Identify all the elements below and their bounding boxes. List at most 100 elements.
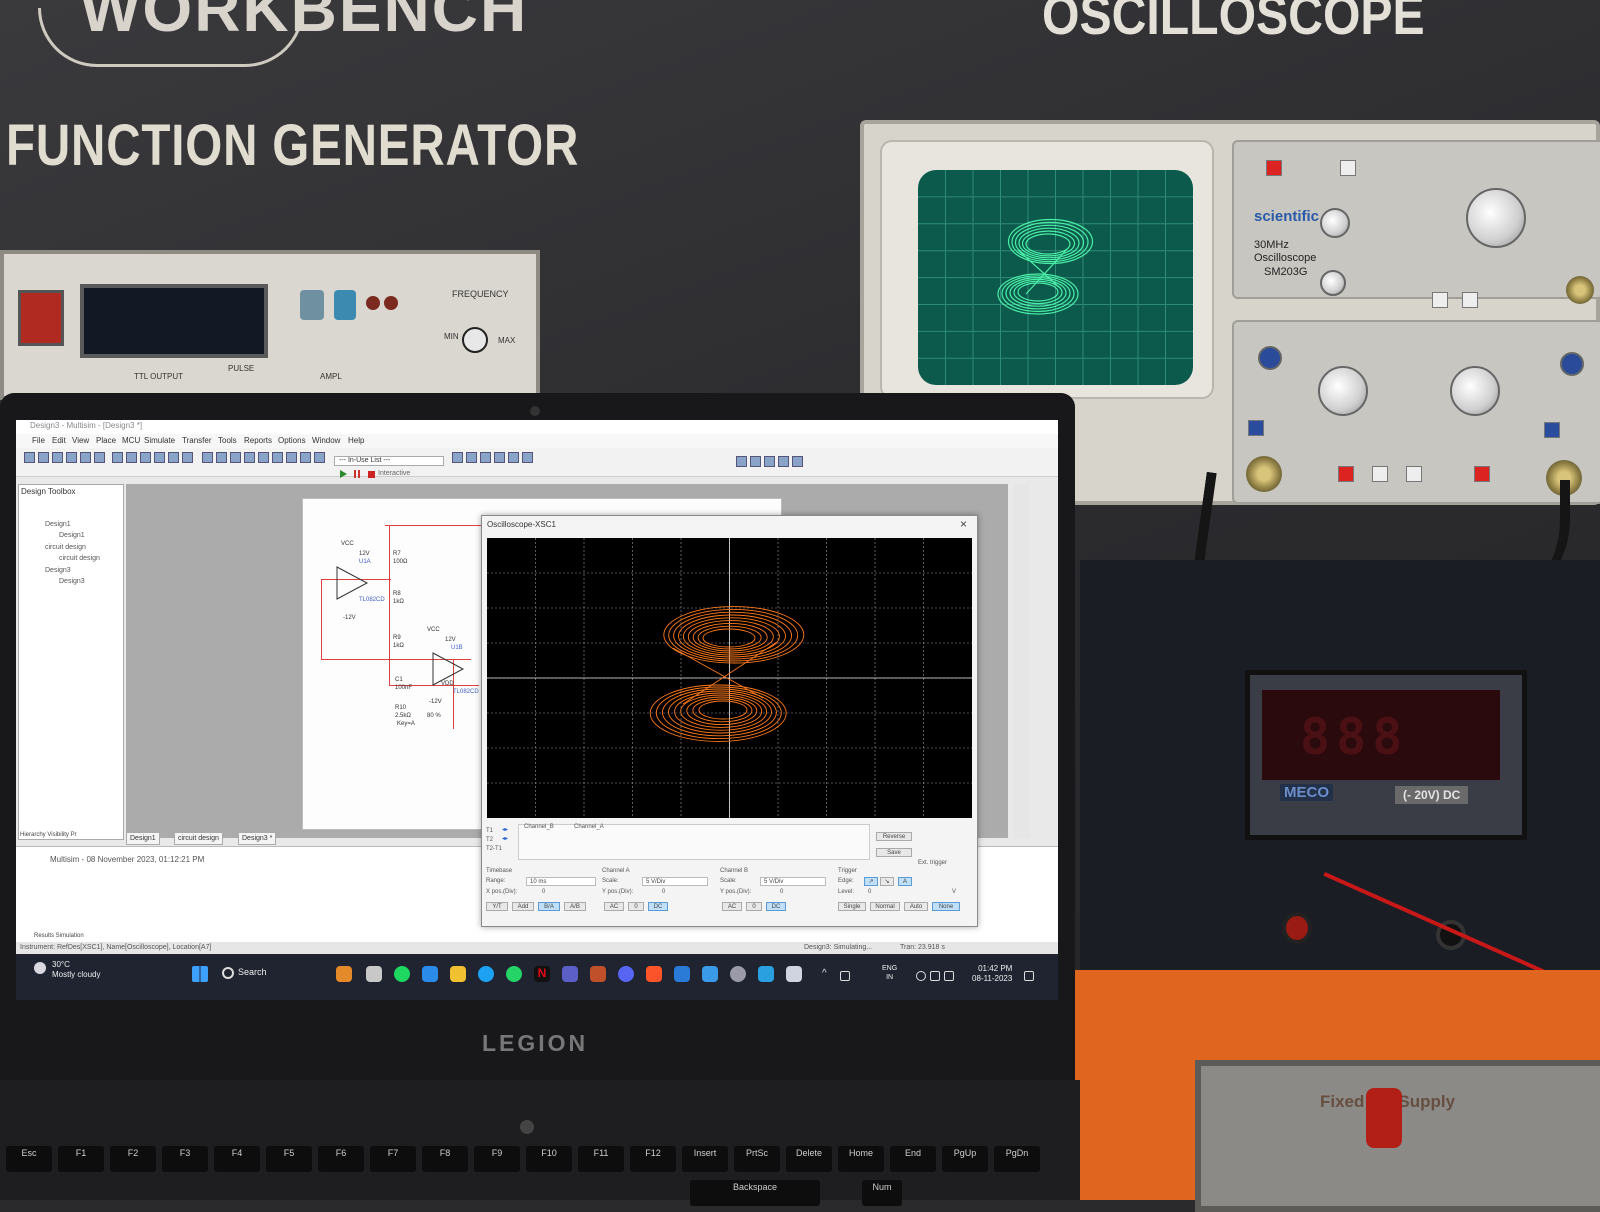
toolbar-button-icon[interactable] <box>272 452 283 463</box>
key-f5[interactable]: F5 <box>266 1146 312 1172</box>
key-f6[interactable]: F6 <box>318 1146 364 1172</box>
tree-item-design1-sheet[interactable]: Design1 <box>59 532 85 539</box>
ch1-volts-div-knob[interactable] <box>1318 366 1368 416</box>
add-mode-button[interactable]: Add <box>512 902 534 911</box>
toolbar-button-icon[interactable] <box>52 452 63 463</box>
key-f3[interactable]: F3 <box>162 1146 208 1172</box>
toolbox-tabs[interactable]: Hierarchy Visibility Pr <box>20 832 120 842</box>
mail-icon[interactable] <box>674 966 690 982</box>
channel-b-scale-field[interactable]: 5 V/Div <box>760 877 826 886</box>
x-pos-knob[interactable] <box>1320 208 1350 238</box>
reverse-button[interactable]: Reverse <box>876 832 912 841</box>
toolbar-button-icon[interactable] <box>300 452 311 463</box>
toolbar-button-icon[interactable] <box>140 452 151 463</box>
whatsapp-icon[interactable] <box>506 966 522 982</box>
xy-button[interactable] <box>1340 160 1356 176</box>
tree-item-circuit-design[interactable]: circuit design <box>45 544 86 551</box>
toolbar-button-icon[interactable] <box>126 452 137 463</box>
menu-simulate[interactable]: Simulate <box>144 436 175 445</box>
key-f10[interactable]: F10 <box>526 1146 572 1172</box>
toolbar-button-icon[interactable] <box>480 452 491 463</box>
yt-mode-button[interactable]: Y/T <box>486 902 508 911</box>
spotify-icon[interactable] <box>394 966 410 982</box>
toolbar-button-icon[interactable] <box>244 452 255 463</box>
volume-icon[interactable] <box>930 971 940 981</box>
dc-supply-binding-post[interactable] <box>1366 1088 1402 1148</box>
key-f11[interactable]: F11 <box>578 1146 624 1172</box>
t1-arrow-icon[interactable]: ◂▸ <box>502 826 508 833</box>
menu-file[interactable]: File <box>32 436 45 445</box>
key-f7[interactable]: F7 <box>370 1146 416 1172</box>
chevron-up-icon[interactable]: ^ <box>822 968 827 979</box>
photos-icon[interactable] <box>758 966 774 982</box>
edge-rising-button[interactable]: ↗ <box>864 877 878 886</box>
search-label[interactable]: Search <box>238 967 267 977</box>
key-f9[interactable]: F9 <box>474 1146 520 1172</box>
toolbar-button-icon[interactable] <box>736 456 747 467</box>
xsc-display[interactable] <box>487 538 972 818</box>
key-f12[interactable]: F12 <box>630 1146 676 1172</box>
key-f8[interactable]: F8 <box>422 1146 468 1172</box>
toolbar-button-icon[interactable] <box>792 456 803 467</box>
brave-icon[interactable] <box>646 966 662 982</box>
ab-mode-button[interactable]: A/B <box>564 902 586 911</box>
trigger-level-field[interactable]: 0 <box>868 889 871 895</box>
toolbar-button-icon[interactable] <box>112 452 123 463</box>
run-simulation-icon[interactable] <box>340 470 347 478</box>
toolbar-button-icon[interactable] <box>230 452 241 463</box>
opamp-u1b-symbol[interactable] <box>429 649 469 689</box>
tree-item-design3[interactable]: Design3 <box>45 567 71 574</box>
ac-dc-button-2[interactable] <box>1544 422 1560 438</box>
timebase-range-field[interactable]: 10 ms <box>526 877 596 886</box>
twitter-icon[interactable] <box>478 966 494 982</box>
in-use-list-select[interactable]: --- In-Use List --- <box>334 456 444 466</box>
ac-dc-button[interactable] <box>1248 420 1264 436</box>
key-insert[interactable]: Insert <box>682 1146 728 1172</box>
toolbar-button-icon[interactable] <box>522 452 533 463</box>
toolbar-button-icon[interactable] <box>202 452 213 463</box>
fg-attenuator-button[interactable] <box>384 296 398 310</box>
toolbar-button-icon[interactable] <box>494 452 505 463</box>
multisim-taskbar-icon[interactable] <box>786 966 802 982</box>
tab-design1[interactable]: Design1 <box>126 832 160 845</box>
weather-widget[interactable]: 30°C Mostly cloudy <box>30 960 100 980</box>
trigger-normal-button[interactable]: Normal <box>870 902 900 911</box>
network-tray-icon[interactable] <box>840 971 850 981</box>
channel-a-dc-button[interactable]: DC <box>648 902 668 911</box>
menu-place[interactable]: Place <box>96 436 116 445</box>
trigger-auto-button[interactable]: Auto <box>904 902 928 911</box>
interactive-mode-label[interactable]: Interactive <box>378 470 498 480</box>
trigger-none-button[interactable]: None <box>932 902 960 911</box>
trigger-source-a-button[interactable]: A <box>898 877 912 886</box>
toolbar-button-icon[interactable] <box>764 456 775 467</box>
netflix-icon[interactable]: N <box>534 966 550 982</box>
trigger-single-button[interactable]: Single <box>838 902 866 911</box>
wifi-icon[interactable] <box>916 971 926 981</box>
cal-button[interactable] <box>1462 292 1478 308</box>
toolbar-button-icon[interactable] <box>182 452 193 463</box>
ba-mode-button[interactable]: B/A <box>538 902 560 911</box>
key-delete[interactable]: Delete <box>786 1146 832 1172</box>
tab-circuit-design[interactable]: circuit design <box>174 832 223 845</box>
toolbar-button-icon[interactable] <box>168 452 179 463</box>
windows-start-icon[interactable] <box>192 966 208 982</box>
channel-a-ypos-field[interactable]: 0 <box>662 889 665 895</box>
time-div-knob[interactable] <box>1466 188 1526 248</box>
toolbar-button-icon[interactable] <box>286 452 297 463</box>
tree-item-design3-sheet[interactable]: Design3 <box>59 578 85 585</box>
key-pgdn[interactable]: PgDn <box>994 1146 1040 1172</box>
ext-trigger-label[interactable]: Ext. trigger <box>918 860 947 866</box>
menu-options[interactable]: Options <box>278 436 306 445</box>
y-pos-2-knob[interactable] <box>1560 352 1584 376</box>
store-icon[interactable] <box>702 966 718 982</box>
battery-icon[interactable] <box>944 971 954 981</box>
y-pos-1-knob[interactable] <box>1258 346 1282 370</box>
key-backspace[interactable]: Backspace <box>690 1180 820 1206</box>
menu-edit[interactable]: Edit <box>52 436 66 445</box>
discord-icon[interactable] <box>618 966 634 982</box>
menu-transfer[interactable]: Transfer <box>182 436 212 445</box>
tab-design3[interactable]: Design3 * <box>238 832 277 845</box>
edge-falling-button[interactable]: ↘ <box>880 877 894 886</box>
channel-b-dc-button[interactable]: DC <box>766 902 786 911</box>
channel-a-scale-field[interactable]: 5 V/Div <box>642 877 708 886</box>
